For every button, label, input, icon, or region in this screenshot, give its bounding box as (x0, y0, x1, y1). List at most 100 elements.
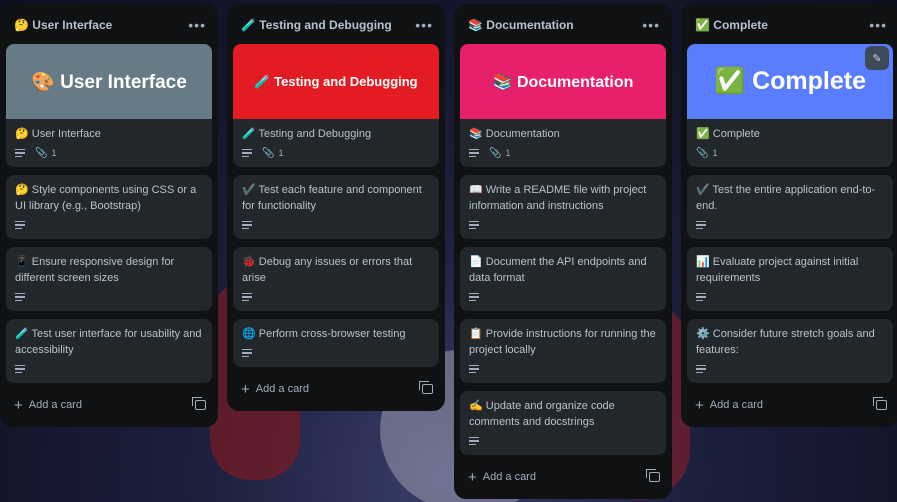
card-template-icon[interactable] (419, 381, 433, 394)
card[interactable]: ⚙️ Consider future stretch goals and fea… (687, 319, 893, 383)
list-column: 🤔 User Interface ••• 🎨 User Interface 🤔 Use… (0, 4, 218, 427)
add-card-row: + Add a card (6, 391, 212, 419)
card-title: ✔️ Test each feature and component for f… (242, 184, 422, 212)
card-badges: 📎 1 (696, 146, 884, 160)
ellipsis-icon[interactable]: ••• (188, 17, 206, 33)
description-icon (15, 292, 25, 302)
paperclip-icon: 📎 (262, 147, 275, 159)
card-body: 📊 Evaluate project against initial requi… (687, 247, 893, 311)
card[interactable]: ✍️ Update and organize code comments and… (460, 391, 666, 455)
card-badges (696, 218, 884, 232)
card-cover: 📚 Documentation (460, 44, 666, 119)
add-card-row: + Add a card (460, 463, 666, 491)
card-body: 🤔 Style components using CSS or a UI lib… (6, 175, 212, 239)
card[interactable]: 🤔 Style components using CSS or a UI lib… (6, 175, 212, 239)
card-title: 🌐 Perform cross-browser testing (242, 328, 406, 340)
card-badges (15, 290, 203, 304)
plus-icon: + (241, 380, 250, 398)
plus-icon: + (14, 396, 23, 414)
card[interactable]: 🌐 Perform cross-browser testing (233, 319, 439, 367)
card-title: 🧪 Test user interface for usability and … (15, 328, 202, 356)
list-title[interactable]: 🧪 Testing and Debugging (241, 18, 392, 32)
add-card-row: + Add a card (687, 391, 893, 419)
cover-card[interactable]: ✅ Complete ✎ ✅ Complete 📎 1 (687, 44, 893, 167)
card-badges: 📎 1 (15, 146, 203, 160)
card-body: 📱 Ensure responsive design for different… (6, 247, 212, 311)
add-card-button[interactable]: + Add a card (241, 382, 309, 397)
ellipsis-icon[interactable]: ••• (415, 17, 433, 33)
description-icon (242, 220, 252, 230)
paperclip-icon: 📎 (696, 147, 709, 159)
card[interactable]: 📋 Provide instructions for running the p… (460, 319, 666, 383)
card-badges (696, 362, 884, 376)
card-title: 🤔 User Interface (15, 128, 101, 140)
list-header[interactable]: 📚 Documentation ••• (460, 10, 666, 40)
card-badges (15, 362, 203, 376)
card-badges (242, 218, 430, 232)
cover-card[interactable]: 🧪 Testing and Debugging 🧪 Testing and Deb… (233, 44, 439, 167)
list-header[interactable]: ✅ Complete ••• (687, 10, 893, 40)
list-title[interactable]: ✅ Complete (695, 18, 768, 32)
description-icon (242, 148, 252, 158)
card-badges (242, 290, 430, 304)
card-title: ✅ Complete (696, 128, 760, 140)
description-icon (469, 436, 479, 446)
card-badges (469, 434, 657, 448)
description-icon (696, 364, 706, 374)
pencil-icon[interactable]: ✎ (865, 46, 889, 70)
description-icon (469, 292, 479, 302)
description-icon (469, 148, 479, 158)
card-body: 🐞 Debug any issues or errors that arise (233, 247, 439, 311)
list-header[interactable]: 🤔 User Interface ••• (6, 10, 212, 40)
card[interactable]: 📊 Evaluate project against initial requi… (687, 247, 893, 311)
card-template-icon[interactable] (646, 469, 660, 482)
card-body: 📋 Provide instructions for running the p… (460, 319, 666, 383)
add-card-label: Add a card (28, 399, 82, 411)
plus-icon: + (468, 468, 477, 486)
ellipsis-icon[interactable]: ••• (642, 17, 660, 33)
card-body: 🧪 Testing and Debugging 📎 1 (233, 119, 439, 167)
attachment-badge: 📎 1 (262, 148, 283, 159)
description-icon (469, 364, 479, 374)
description-icon (696, 220, 706, 230)
card[interactable]: ✔️ Test the entire application end-to-en… (687, 175, 893, 239)
list-header[interactable]: 🧪 Testing and Debugging ••• (233, 10, 439, 40)
card-title: ✔️ Test the entire application end-to-en… (696, 184, 876, 212)
add-card-button[interactable]: + Add a card (468, 470, 536, 485)
add-card-button[interactable]: + Add a card (14, 398, 82, 413)
card-title: 📄 Document the API endpoints and data fo… (469, 256, 647, 284)
card-title: ✍️ Update and organize code comments and… (469, 400, 615, 428)
card-badges (469, 290, 657, 304)
list-column: 📚 Documentation ••• 📚 Documentation 📚 Docum… (454, 4, 672, 499)
card[interactable]: 📄 Document the API endpoints and data fo… (460, 247, 666, 311)
list-column: 🧪 Testing and Debugging ••• 🧪 Testing and … (227, 4, 445, 411)
card[interactable]: 📱 Ensure responsive design for different… (6, 247, 212, 311)
card-body: ✍️ Update and organize code comments and… (460, 391, 666, 455)
add-card-button[interactable]: + Add a card (695, 398, 763, 413)
card-body: ⚙️ Consider future stretch goals and fea… (687, 319, 893, 383)
attachment-badge: 📎 1 (489, 148, 510, 159)
card-template-icon[interactable] (192, 397, 206, 410)
description-icon (15, 220, 25, 230)
card-template-icon[interactable] (873, 397, 887, 410)
card[interactable]: 🧪 Test user interface for usability and … (6, 319, 212, 383)
card-title: 📚 Documentation (469, 128, 560, 140)
add-card-label: Add a card (482, 471, 536, 483)
description-icon (15, 364, 25, 374)
card[interactable]: ✔️ Test each feature and component for f… (233, 175, 439, 239)
card-title: 📖 Write a README file with project infor… (469, 184, 647, 212)
cover-card[interactable]: 🎨 User Interface 🤔 User Interface 📎 1 (6, 44, 212, 167)
ellipsis-icon[interactable]: ••• (869, 17, 887, 33)
list-title[interactable]: 📚 Documentation (468, 18, 574, 32)
cover-card[interactable]: 📚 Documentation 📚 Documentation 📎 1 (460, 44, 666, 167)
list-title[interactable]: 🤔 User Interface (14, 18, 112, 32)
card[interactable]: 📖 Write a README file with project infor… (460, 175, 666, 239)
card-badges (242, 346, 430, 360)
card-body: ✅ Complete 📎 1 (687, 119, 893, 167)
card-cover: 🎨 User Interface (6, 44, 212, 119)
attachment-badge: 📎 1 (35, 148, 56, 159)
card-badges (469, 362, 657, 376)
card-body: ✔️ Test the entire application end-to-en… (687, 175, 893, 239)
card[interactable]: 🐞 Debug any issues or errors that arise (233, 247, 439, 311)
card-body: 🧪 Test user interface for usability and … (6, 319, 212, 383)
